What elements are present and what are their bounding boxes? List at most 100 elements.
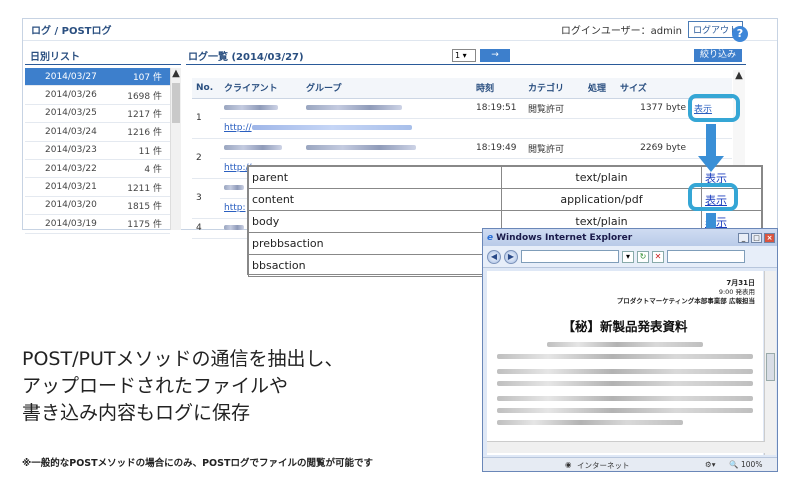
- feature-caption: POST/PUTメソッドの通信を抽出し、 アップロードされたファイルや 書き込み…: [22, 346, 343, 427]
- app-header: ログ / POSTログ ログインユーザー：admin ログアウト: [23, 19, 777, 41]
- row-category: 閲覧許可: [524, 138, 584, 159]
- col-header-no: No.: [192, 78, 220, 99]
- protected-mode-icon[interactable]: ⚙▾: [705, 460, 716, 469]
- url-prefix[interactable]: http:: [224, 203, 246, 213]
- help-icon[interactable]: ?: [732, 26, 748, 42]
- doc-blurred-line: [497, 354, 753, 359]
- date-label: 2014/03/23: [45, 145, 97, 156]
- url-link[interactable]: http://: [220, 118, 732, 139]
- date-count: 11 件: [138, 146, 162, 157]
- date-list-item[interactable]: 2014/03/24 1216 件: [25, 123, 170, 142]
- date-label: 2014/03/19: [45, 218, 97, 229]
- minimize-icon[interactable]: _: [738, 232, 749, 243]
- caption-line-1: POST/PUTメソッドの通信を抽出し、: [22, 348, 344, 370]
- scroll-up-icon[interactable]: ▲: [733, 70, 745, 81]
- date-count: 1815 件: [127, 201, 162, 212]
- date-count: 1217 件: [127, 109, 162, 120]
- date-list-item[interactable]: 2014/03/22 4 件: [25, 160, 170, 179]
- doc-title: 【秘】新製品発表資料: [562, 319, 688, 334]
- date-count: 1175 件: [127, 220, 162, 231]
- doc-date: 7月31日: [726, 279, 755, 287]
- date-list-scrollbar[interactable]: ▲: [170, 68, 181, 230]
- client-blurred: [220, 138, 302, 159]
- table-row-url: http://: [192, 118, 732, 139]
- row-process: [584, 98, 616, 119]
- footnote: ※一般的なPOSTメソッドの場合にのみ、POSTログでファイルの閲覧が可能です: [22, 458, 373, 469]
- field-name: prebbsaction: [248, 232, 502, 255]
- doc-blurred-line: [497, 396, 753, 401]
- date-list-item[interactable]: 2014/03/23 11 件: [25, 142, 170, 160]
- detail-row: content application/pdf 表示: [248, 188, 762, 211]
- date-list-item[interactable]: 2014/03/27 107 件: [25, 68, 170, 87]
- row-time: 18:19:51: [472, 98, 524, 119]
- group-blurred: [302, 138, 472, 159]
- field-name: parent: [248, 166, 502, 189]
- refresh-icon[interactable]: ↻: [637, 250, 649, 263]
- stop-icon[interactable]: ✕: [652, 250, 664, 263]
- scroll-up-icon[interactable]: ▲: [171, 68, 181, 79]
- row-no: 1: [192, 98, 220, 139]
- main-title: ログ一覧 (2014/03/27): [188, 52, 304, 63]
- ie-title-text: Windows Internet Explorer: [496, 232, 633, 243]
- back-icon[interactable]: ◀: [487, 249, 501, 264]
- breadcrumb: ログ / POSTログ: [31, 26, 112, 37]
- dropdown-icon[interactable]: ▾: [622, 250, 634, 263]
- col-header-group: グループ: [302, 78, 472, 99]
- side-divider: [25, 64, 181, 65]
- content-type: application/pdf: [501, 188, 702, 211]
- address-bar[interactable]: [521, 250, 619, 263]
- arrow-head-icon: [698, 156, 724, 172]
- detail-row: parent text/plain 表示: [248, 166, 762, 189]
- ie-horizontal-scrollbar[interactable]: [487, 441, 765, 453]
- col-header-action: 処理: [584, 78, 616, 99]
- doc-blurred-line: [497, 369, 753, 374]
- go-button[interactable]: →: [480, 49, 510, 62]
- client-blurred: [220, 98, 302, 119]
- date-list-item[interactable]: 2014/03/25 1217 件: [25, 105, 170, 124]
- date-label: 2014/03/25: [45, 108, 97, 119]
- page-select[interactable]: 1 ▾: [452, 49, 476, 62]
- zoom-level[interactable]: 100%: [741, 460, 762, 469]
- ie-vertical-scrollbar[interactable]: [764, 271, 776, 455]
- row-no: 2: [192, 138, 220, 179]
- highlight-content-view: [688, 183, 738, 211]
- field-name: content: [248, 188, 502, 211]
- date-label: 2014/03/24: [45, 126, 97, 137]
- date-label: 2014/03/20: [45, 200, 97, 211]
- doc-blurred-line: [497, 381, 753, 386]
- date-list: 2014/03/27 107 件 2014/03/26 1698 件 2014/03/2…: [25, 68, 170, 234]
- date-list-item[interactable]: 2014/03/19 1175 件: [25, 215, 170, 234]
- highlight-view-link: [688, 94, 740, 122]
- scroll-thumb[interactable]: [766, 353, 775, 381]
- row-size: 2269 byte: [616, 138, 690, 159]
- forward-icon[interactable]: ▶: [504, 249, 518, 264]
- url-prefix[interactable]: http://: [224, 123, 252, 133]
- row-category: 閲覧許可: [524, 98, 584, 119]
- field-name: body: [248, 210, 502, 233]
- date-count: 4 件: [144, 165, 162, 176]
- globe-icon: ◉: [565, 460, 572, 469]
- doc-blurred-line: [547, 342, 703, 347]
- pdf-document: 7月31日 9:00 発表用 プロダクトマーケティング本部事業部 広報担当 【秘…: [487, 271, 763, 455]
- doc-org-line1: 9:00 発表用: [718, 288, 755, 296]
- date-count: 107 件: [132, 73, 162, 84]
- date-list-item[interactable]: 2014/03/21 1211 件: [25, 178, 170, 197]
- table-row: 2 18:19:49 閲覧許可 2269 byte: [192, 138, 732, 179]
- chevron-down-icon: ▾: [462, 51, 467, 60]
- caption-line-2: アップロードされたファイルや: [22, 375, 289, 397]
- date-list-item[interactable]: 2014/03/20 1815 件: [25, 197, 170, 216]
- col-header-time: 時刻: [472, 78, 524, 99]
- search-input[interactable]: [667, 250, 745, 263]
- scroll-thumb[interactable]: [172, 83, 180, 123]
- ie-logo-icon: e: [487, 232, 494, 243]
- zone-label: インターネット: [577, 461, 630, 470]
- close-icon[interactable]: ×: [764, 232, 775, 243]
- narrow-button[interactable]: 絞り込み: [694, 49, 742, 62]
- maximize-icon[interactable]: □: [751, 232, 762, 243]
- main-divider: [186, 64, 746, 65]
- ie-titlebar: e Windows Internet Explorer _ □ ×: [483, 229, 777, 246]
- ie-statusbar: ◉ インターネット ⚙▾ 🔍 100%: [483, 457, 777, 471]
- date-list-item[interactable]: 2014/03/26 1698 件: [25, 86, 170, 105]
- content-type: text/plain: [501, 166, 702, 189]
- zoom-icon: 🔍: [729, 460, 739, 469]
